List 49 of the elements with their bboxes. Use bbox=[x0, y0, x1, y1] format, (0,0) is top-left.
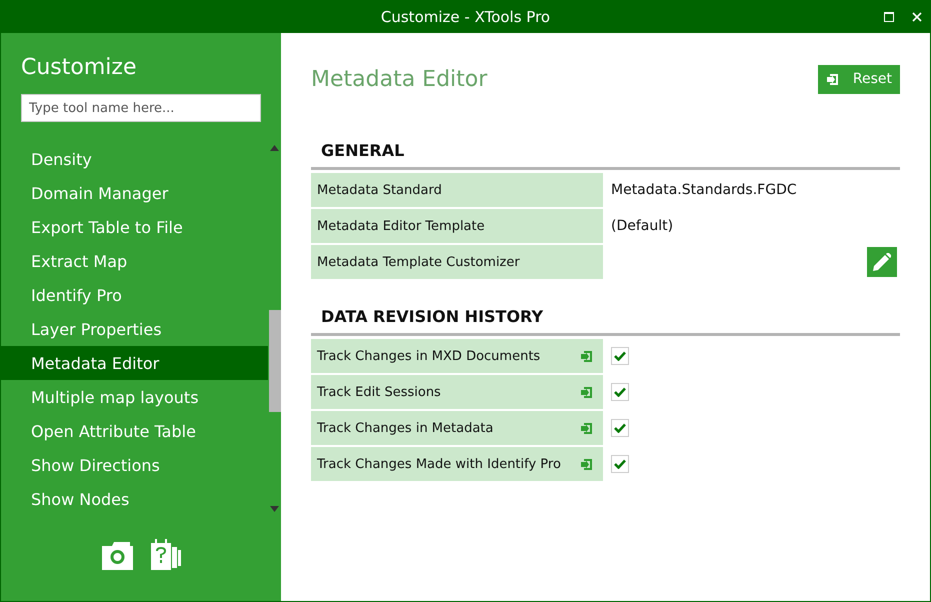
scroll-up-icon[interactable] bbox=[270, 145, 279, 151]
property-value: Metadata.Standards.FGDC bbox=[611, 182, 797, 198]
label-text: Track Edit Sessions bbox=[317, 384, 441, 400]
checkbox[interactable] bbox=[611, 455, 629, 473]
camera-icon[interactable] bbox=[102, 540, 132, 570]
label-text: Track Changes in Metadata bbox=[317, 420, 494, 436]
window-title: Customize - XTools Pro bbox=[380, 8, 550, 26]
scrollbar-thumb[interactable] bbox=[269, 310, 281, 412]
sidebar-item[interactable]: Export Table to File bbox=[1, 210, 268, 244]
label-text: Track Changes in MXD Documents bbox=[317, 348, 540, 364]
sidebar-item[interactable]: Multiple map layouts bbox=[1, 380, 268, 414]
import-icon bbox=[580, 422, 593, 434]
import-icon bbox=[826, 72, 839, 86]
property-value: (Default) bbox=[611, 218, 674, 234]
sidebar-item[interactable]: Show Nodes bbox=[1, 482, 268, 516]
checkbox[interactable] bbox=[611, 419, 629, 437]
search-field[interactable]: Type tool name here... bbox=[21, 94, 261, 122]
check-icon bbox=[614, 459, 626, 469]
close-icon[interactable] bbox=[912, 12, 922, 22]
sidebar-item[interactable]: Show Directions bbox=[1, 448, 268, 482]
label-text: Track Changes Made with Identify Pro bbox=[317, 456, 561, 472]
help-notes-icon[interactable] bbox=[150, 539, 180, 570]
page-title: Metadata Editor bbox=[311, 66, 488, 92]
check-icon bbox=[614, 387, 626, 397]
label-text: Metadata Standard bbox=[317, 182, 442, 198]
sidebar-title: Customize bbox=[20, 54, 138, 82]
import-icon bbox=[580, 386, 593, 398]
checkbox[interactable] bbox=[611, 383, 629, 401]
sidebar-item[interactable]: Identify Pro bbox=[1, 278, 268, 312]
pencil-icon bbox=[873, 253, 891, 271]
check-icon bbox=[614, 351, 626, 361]
maximize-icon[interactable] bbox=[884, 12, 894, 22]
checkbox[interactable] bbox=[611, 347, 629, 365]
section-heading: DATA REVISION HISTORY bbox=[311, 307, 900, 336]
edit-button[interactable] bbox=[867, 247, 897, 277]
label-text: Metadata Template Customizer bbox=[317, 254, 520, 270]
sidebar-item[interactable]: Extract Map bbox=[1, 244, 268, 278]
label-text: Metadata Editor Template bbox=[317, 218, 485, 234]
import-icon bbox=[580, 458, 593, 470]
scroll-down-icon[interactable] bbox=[270, 506, 279, 512]
sidebar-item[interactable]: Domain Manager bbox=[1, 176, 268, 210]
sidebar-item[interactable]: Open Attribute Table bbox=[1, 414, 268, 448]
sidebar-item[interactable]: Density bbox=[1, 142, 268, 176]
section-heading: GENERAL bbox=[311, 141, 900, 170]
check-icon bbox=[614, 423, 626, 433]
sidebar-item[interactable]: Layer Properties bbox=[1, 312, 268, 346]
sidebar-item[interactable]: Metadata Editor bbox=[1, 346, 268, 380]
import-icon bbox=[580, 350, 593, 362]
reset-button[interactable]: Reset bbox=[818, 64, 900, 94]
